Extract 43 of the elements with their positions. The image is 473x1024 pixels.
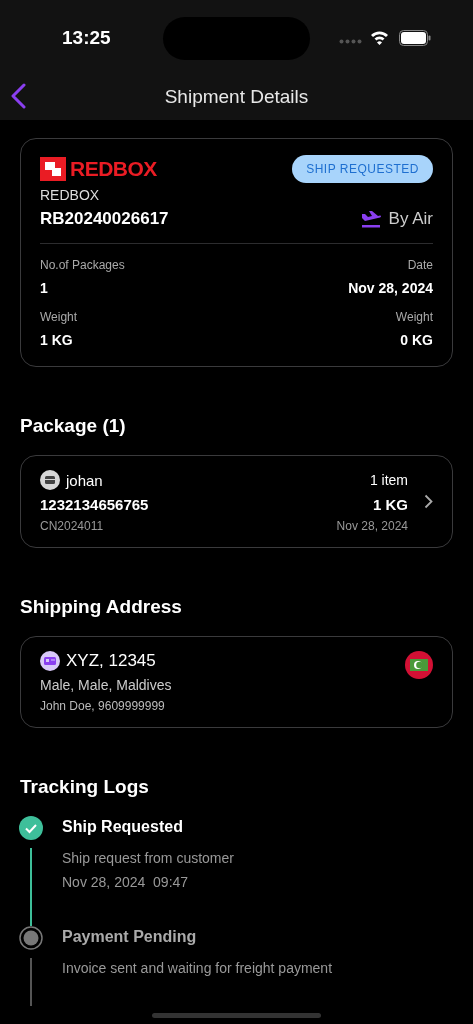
section-title: Tracking Logs bbox=[20, 776, 149, 797]
package-icon bbox=[40, 470, 60, 490]
log-description: Invoice sent and waiting for freight payment bbox=[62, 960, 334, 976]
field-label: Weight bbox=[395, 310, 433, 324]
signal-icon bbox=[339, 39, 362, 44]
field-value: Nov 28, 2024 bbox=[348, 280, 433, 296]
field-label: Date bbox=[407, 258, 433, 272]
status-time: 13:25 bbox=[62, 27, 111, 49]
screen-title: Shipment Details bbox=[164, 86, 309, 108]
plane-icon bbox=[360, 210, 381, 228]
carrier-name: REDBOX bbox=[40, 187, 101, 203]
item-count: 1 item bbox=[369, 472, 408, 488]
back-icon[interactable] bbox=[9, 83, 27, 109]
flag-icon bbox=[405, 651, 433, 679]
package-name: johan bbox=[66, 471, 103, 489]
chevron-right-icon bbox=[424, 494, 433, 509]
package-weight: 1 KG bbox=[373, 496, 408, 513]
log-timestamp: Nov 28, 2024 09:47 bbox=[62, 874, 190, 890]
package-card[interactable]: johan 1 item 1232134656765 1 KG CN2024011 Nov 28, 2024 bbox=[20, 455, 453, 548]
wifi-icon bbox=[370, 30, 389, 45]
status-badge: SHIP REQUESTED bbox=[292, 155, 433, 183]
address-line: XYZ, 12345 bbox=[66, 651, 156, 671]
address-city: Male, Male, Maldives bbox=[40, 677, 172, 693]
log-title: Payment Pending bbox=[62, 927, 198, 947]
field-label: No.of Packages bbox=[40, 258, 126, 272]
package-date: Nov 28, 2024 bbox=[336, 519, 408, 533]
logo-icon bbox=[40, 157, 66, 181]
tracking-number: RB20240026617 bbox=[40, 209, 169, 229]
package-code: CN2024011 bbox=[40, 519, 104, 533]
field-value: 1 bbox=[40, 280, 49, 296]
field-value: 0 KG bbox=[400, 332, 433, 348]
field-value: 1 KG bbox=[40, 332, 74, 348]
brand-logo: REDBOX bbox=[70, 157, 157, 181]
field-label: Weight bbox=[40, 310, 79, 324]
log-title: Ship Requested bbox=[62, 817, 184, 837]
address-contact: John Doe, 9609999999 bbox=[40, 699, 166, 713]
package-number: 1232134656765 bbox=[40, 496, 149, 513]
battery-icon bbox=[399, 30, 431, 46]
section-title: Shipping Address bbox=[20, 596, 182, 617]
log-description: Ship request from customer bbox=[62, 850, 235, 866]
shipping-mode: By Air bbox=[388, 209, 433, 229]
id-card-icon bbox=[40, 651, 60, 671]
section-title: Package (1) bbox=[20, 415, 126, 436]
